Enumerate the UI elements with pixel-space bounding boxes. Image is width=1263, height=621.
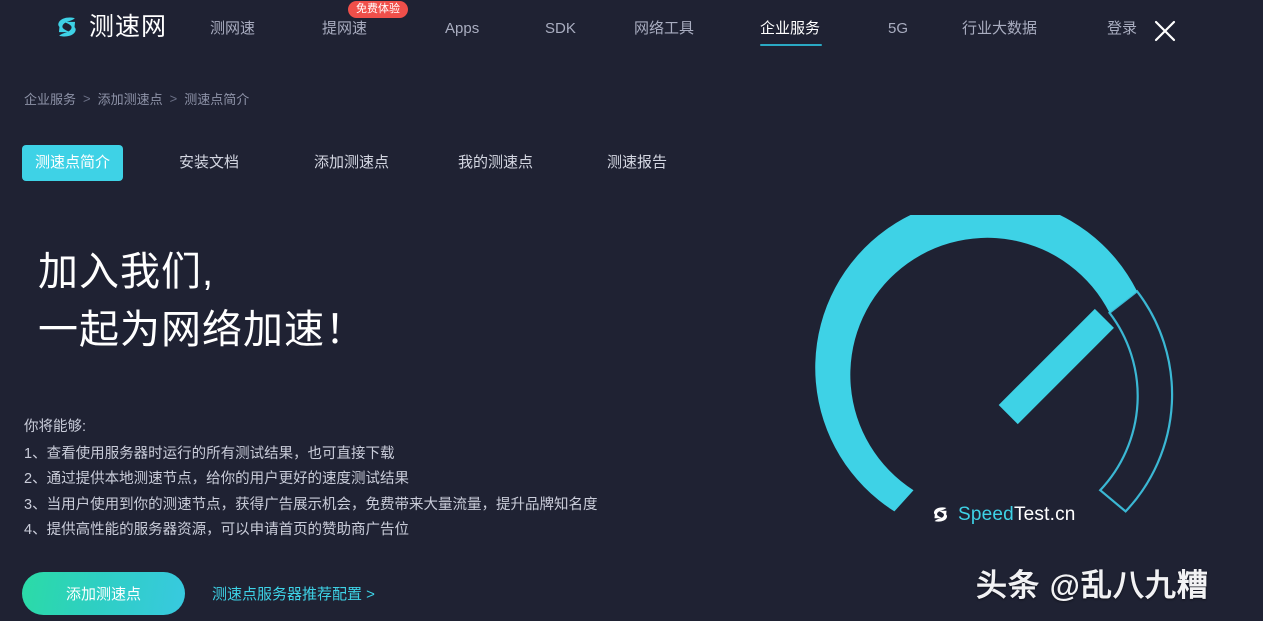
site-logo[interactable]: 测速网 [53,13,167,41]
breadcrumb-item-1[interactable]: 添加测速点 [98,89,163,108]
nav-item-2[interactable]: Apps [445,19,479,39]
nav-active-underline [760,44,822,46]
nav-item-4[interactable]: 网络工具 [634,19,694,39]
brand-word-test: Test.cn [1014,504,1076,525]
app-root: 测速网 测网速 提网速 免费体验 Apps SDK 网络工具 企业服务 5G 行… [0,0,1263,621]
tab-reports[interactable]: 测速报告 [607,145,667,181]
benefit-item-3: 3、当用户使用到你的测速节点，获得广告展示机会，免费带来大量流量，提升品牌知名度 [24,493,598,519]
benefit-item-4: 4、提供高性能的服务器资源，可以申请首页的赞助商广告位 [24,518,598,544]
nav-item-5-active[interactable]: 企业服务 [760,19,820,39]
nav-item-7[interactable]: 行业大数据 [962,19,1037,39]
gauge-track-outline [1100,291,1172,511]
nav-item-1[interactable]: 提网速 [322,19,367,39]
tab-add-node[interactable]: 添加测速点 [314,145,389,181]
benefits-lead: 你将能够: [24,415,598,441]
nav-item-0[interactable]: 测网速 [210,19,255,39]
tab-my-nodes[interactable]: 我的测速点 [458,145,533,181]
headline-line-1: 加入我们, [38,243,366,301]
breadcrumb-separator-1: > [170,91,178,106]
watermark-text: 头条 @乱八九糟 [976,566,1209,606]
tab-intro[interactable]: 测速点简介 [22,145,123,181]
add-speed-node-button[interactable]: 添加测速点 [22,572,185,615]
nav-item-3[interactable]: SDK [545,19,576,39]
breadcrumb-item-2[interactable]: 测速点简介 [184,89,249,108]
headline-line-2: 一起为网络加速！ [38,301,366,359]
page-headline: 加入我们, 一起为网络加速！ [38,243,366,359]
gauge-needle [999,309,1114,424]
brand-word-speed: Speed [958,504,1014,525]
nav-item-6[interactable]: 5G [888,19,908,39]
nav-item-8-login[interactable]: 登录 [1107,19,1137,39]
speedtest-s-logo-icon [53,13,81,41]
close-icon[interactable] [1152,18,1178,44]
speedtest-brand-logo: SpeedTest.cn [930,504,1076,525]
breadcrumb: 企业服务 > 添加测速点 > 测速点简介 [24,89,249,108]
site-header: 测速网 测网速 提网速 免费体验 Apps SDK 网络工具 企业服务 5G 行… [0,0,1263,61]
free-trial-badge: 免费体验 [348,1,408,18]
speedtest-s-logo-icon [930,504,951,525]
benefit-item-2: 2、通过提供本地测速节点，给你的用户更好的速度测试结果 [24,467,598,493]
breadcrumb-item-0[interactable]: 企业服务 [24,89,76,108]
breadcrumb-separator-0: > [83,91,91,106]
gauge-filled-arc [815,215,1137,511]
brand-wordmark: SpeedTest.cn [958,504,1076,525]
logo-text: 测速网 [89,13,167,41]
benefit-item-1: 1、查看使用服务器时运行的所有测试结果，也可直接下载 [24,442,598,468]
tab-install-docs[interactable]: 安装文档 [179,145,239,181]
benefits-list: 你将能够: 1、查看使用服务器时运行的所有测试结果，也可直接下载 2、通过提供本… [24,415,598,544]
server-config-link[interactable]: 测速点服务器推荐配置 > [212,583,375,604]
